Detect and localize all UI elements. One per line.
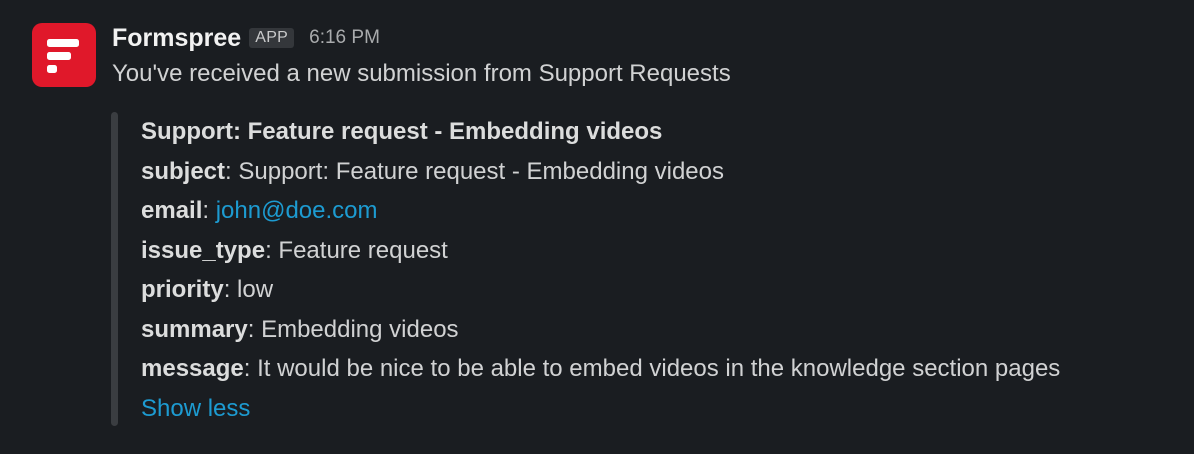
- field-key: issue_type: [141, 236, 266, 264]
- field-value: It would be nice to be able to embed vid…: [257, 355, 1061, 382]
- field-key: message: [141, 355, 244, 382]
- field-value: Feature request: [278, 236, 448, 264]
- attachment-border: [111, 112, 118, 426]
- field-row-priority: priority: low: [141, 276, 274, 303]
- email-link[interactable]: john@doe.com: [216, 197, 378, 224]
- attachment-title: Support: Feature request - Embedding vid…: [141, 118, 663, 145]
- field-value: Support: Feature request - Embedding vid…: [238, 157, 724, 185]
- message-timestamp[interactable]: 6:16 PM: [309, 27, 380, 49]
- attachment-body: Support: Feature request - Embedding vid…: [141, 112, 1171, 428]
- field-row-subject: subject: Support: Feature request - Embe…: [141, 157, 724, 185]
- field-key: email: [141, 197, 203, 224]
- field-row-email: email: john@doe.com: [141, 197, 378, 224]
- field-key: subject: [141, 157, 226, 185]
- chat-message: Formspree APP 6:16 PM You've received a …: [0, 0, 1194, 454]
- message-header: Formspree APP 6:16 PM: [112, 22, 380, 54]
- sender-name[interactable]: Formspree: [112, 24, 241, 53]
- formspree-logo-icon[interactable]: [32, 23, 96, 87]
- show-less-link[interactable]: Show less: [141, 395, 250, 422]
- field-row-summary: summary: Embedding videos: [141, 315, 459, 343]
- formspree-logo-svg: [47, 39, 79, 73]
- field-value: Embedding videos: [261, 315, 459, 343]
- field-value: low: [237, 276, 274, 303]
- show-less-row: Show less: [141, 389, 1171, 429]
- message-text: You've received a new submission from Su…: [112, 60, 731, 87]
- app-badge: APP: [249, 28, 295, 48]
- field-key: summary: [141, 315, 248, 343]
- field-row-message: message: It would be nice to be able to …: [141, 355, 1061, 382]
- field-key: priority: [141, 276, 224, 303]
- field-row-issue-type: issue_type: Feature request: [141, 236, 448, 264]
- submission-attachment: Support: Feature request - Embedding vid…: [111, 112, 1171, 428]
